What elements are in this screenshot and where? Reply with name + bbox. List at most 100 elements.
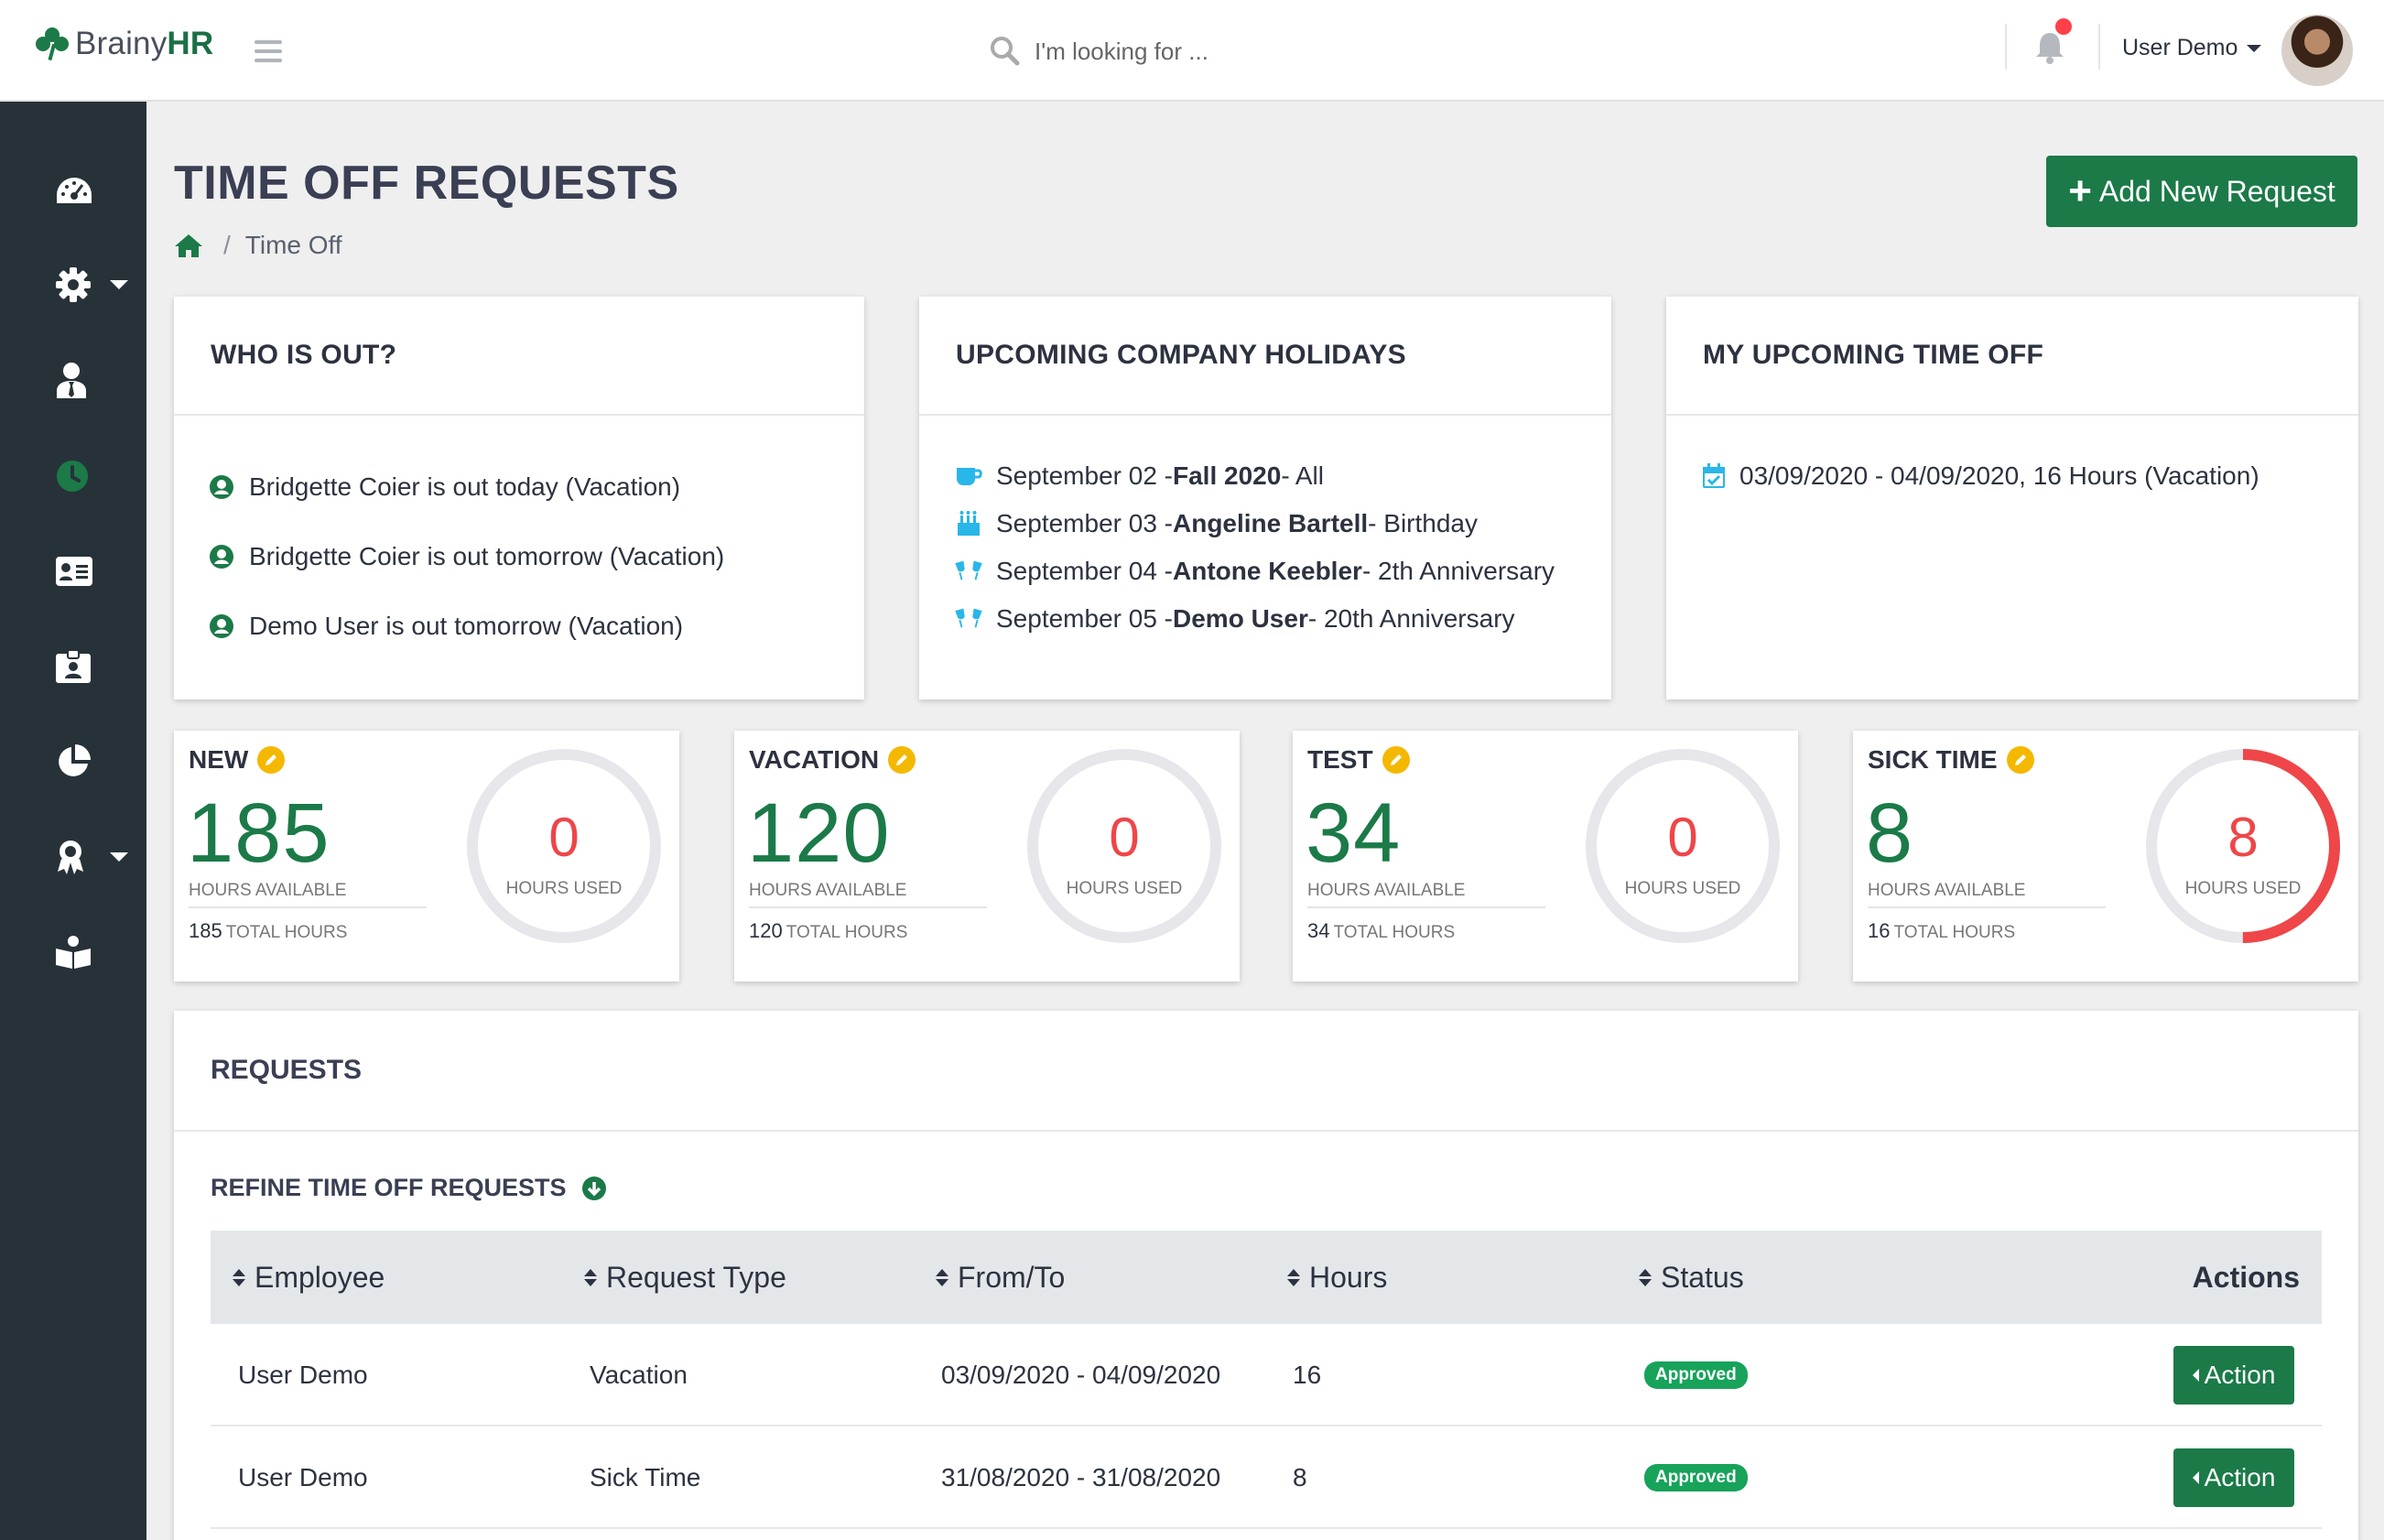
cell-hours: 8 [1293,1463,1307,1491]
total-hours: 185 TOTAL HOURS [189,919,347,943]
stat-title: TEST [1307,745,1410,775]
cell-employee: User Demo [238,1361,368,1389]
add-new-request-label: Add New Request [2098,174,2335,208]
column-label: Hours [1309,1260,1388,1294]
action-button[interactable]: Action [2173,1448,2294,1507]
glasses-cheers-icon [955,608,982,628]
stat-title-text: NEW [189,745,249,774]
sidebar-item-time-off[interactable] [0,444,146,508]
avatar[interactable] [2281,15,2353,86]
action-button[interactable]: Action [2173,1346,2294,1404]
caret-left-icon [2192,1471,2199,1484]
plus-icon: + [2068,168,2092,213]
cell-request-type: Sick Time [590,1463,701,1491]
holiday-type: - Birthday [1368,509,1478,537]
cell-from-to: 31/08/2020 - 31/08/2020 [941,1463,1221,1491]
holiday-type: - All [1281,461,1324,490]
add-new-request-button[interactable]: + Add New Request [2046,156,2357,227]
hours-used-ring: 0 HOURS USED [1020,742,1229,950]
total-hours-value: 185 [189,919,222,942]
brand-logo[interactable]: BrainyHR [35,26,213,62]
sidebar-item-id-badge[interactable] [0,634,146,699]
cell-from-to: 03/09/2020 - 04/09/2020 [941,1361,1221,1389]
stat-card: TEST 34 HOURS AVAILABLE 34 TOTAL HOURS 0 … [1293,731,1798,981]
column-header-status[interactable]: Status [1639,1231,1744,1324]
stat-title-text: SICK TIME [1868,745,1998,774]
hours-used-ring: 0 HOURS USED [460,742,668,950]
arrow-circle-down-icon [581,1176,606,1200]
sidebar-item-employees[interactable] [0,348,146,412]
column-header-employee[interactable]: Employee [233,1231,385,1324]
column-header-from-to[interactable]: From/To [936,1231,1065,1324]
time-off-text: 03/09/2020 - 04/09/2020, 16 Hours (Vacat… [1739,461,2259,490]
holiday-type: - 2th Anniversary [1361,557,1555,585]
sidebar [0,102,146,1540]
total-hours-value: 16 [1868,919,1891,942]
sidebar-item-training[interactable] [0,920,146,984]
notification-badge [2055,18,2072,35]
pencil-edit-icon[interactable] [1382,746,1410,774]
stat-card: SICK TIME 8 HOURS AVAILABLE 16 TOTAL HOUR… [1853,731,2358,981]
search-input[interactable] [1035,27,1492,75]
action-label: Action [2204,1361,2276,1389]
sidebar-item-dashboard[interactable] [0,159,146,223]
pencil-edit-icon[interactable] [888,746,916,774]
list-item: Bridgette Coier is out tomorrow (Vacatio… [209,522,864,591]
total-hours: 120 TOTAL HOURS [749,919,907,943]
user-circle-icon [210,614,233,638]
holiday-type: - 20th Anniversary [1307,604,1515,633]
column-header-hours[interactable]: Hours [1287,1231,1387,1324]
hours-used-label: HOURS USED [1624,879,1741,898]
user-circle-icon [210,475,233,499]
breadcrumb-current: Time Off [244,231,342,259]
award-icon [58,840,83,874]
sidebar-item-directory[interactable] [0,539,146,603]
sidebar-item-awards[interactable] [0,825,146,889]
total-hours-label: TOTAL HOURS [786,923,908,942]
stat-card: NEW 185 HOURS AVAILABLE 185 TOTAL HOURS 0… [174,731,679,981]
holiday-name: Antone Keebler [1173,557,1362,585]
table-row: User Demo Vacation 03/09/2020 - 04/09/20… [211,1324,2322,1426]
stat-card: VACATION 120 HOURS AVAILABLE 120 TOTAL HO… [734,731,1240,981]
breadcrumb: / Time Off [174,231,342,260]
refine-toggle[interactable]: REFINE TIME OFF REQUESTS [211,1174,607,1202]
stat-title-text: TEST [1307,745,1373,774]
search-icon [991,37,1020,66]
birthday-cake-icon [958,511,980,536]
sidebar-item-reports[interactable] [0,730,146,794]
glasses-cheers-icon [955,560,982,580]
stat-title: NEW [189,745,286,775]
hours-used-ring: 0 HOURS USED [1578,742,1787,950]
coffee-icon [957,468,982,485]
hours-available-value: 120 [747,786,891,880]
hours-available-label: HOURS AVAILABLE [189,881,427,908]
menu-toggle-icon[interactable] [255,40,282,62]
page-title: TIME OFF REQUESTS [174,157,679,210]
home-icon[interactable] [174,233,203,258]
sidebar-item-settings[interactable] [0,253,146,317]
out-item-text: Demo User is out tomorrow (Vacation) [249,612,684,640]
list-item: September 05 - Demo User - 20th Annivers… [954,595,1611,643]
notification-bell-icon[interactable] [2034,31,2065,64]
hours-available-value: 185 [187,786,331,880]
hours-available-label: HOURS AVAILABLE [1307,881,1545,908]
list-item: September 04 - Antone Keebler - 2th Anni… [954,548,1611,595]
book-reader-icon [56,936,91,969]
stat-title: SICK TIME [1868,745,2034,775]
requests-card: REQUESTS REFINE TIME OFF REQUESTS Employ… [174,1011,2358,1540]
total-hours: 34 TOTAL HOURS [1307,919,1455,943]
column-label: Status [1661,1260,1744,1294]
total-hours: 16 TOTAL HOURS [1868,919,2015,943]
user-circle-icon [210,545,233,569]
pencil-edit-icon[interactable] [2006,746,2034,774]
pencil-edit-icon[interactable] [257,746,286,774]
holiday-date: September 05 - [996,604,1173,633]
hours-available-label: HOURS AVAILABLE [749,881,987,908]
user-menu[interactable]: User Demo [2122,35,2262,61]
caret-left-icon [2192,1369,2199,1382]
chevron-down-icon [2247,44,2262,52]
status-badge: Approved [1644,1361,1748,1389]
column-header-request-type[interactable]: Request Type [584,1231,786,1324]
holiday-name: Fall 2020 [1173,461,1282,490]
address-card-icon [56,557,92,586]
